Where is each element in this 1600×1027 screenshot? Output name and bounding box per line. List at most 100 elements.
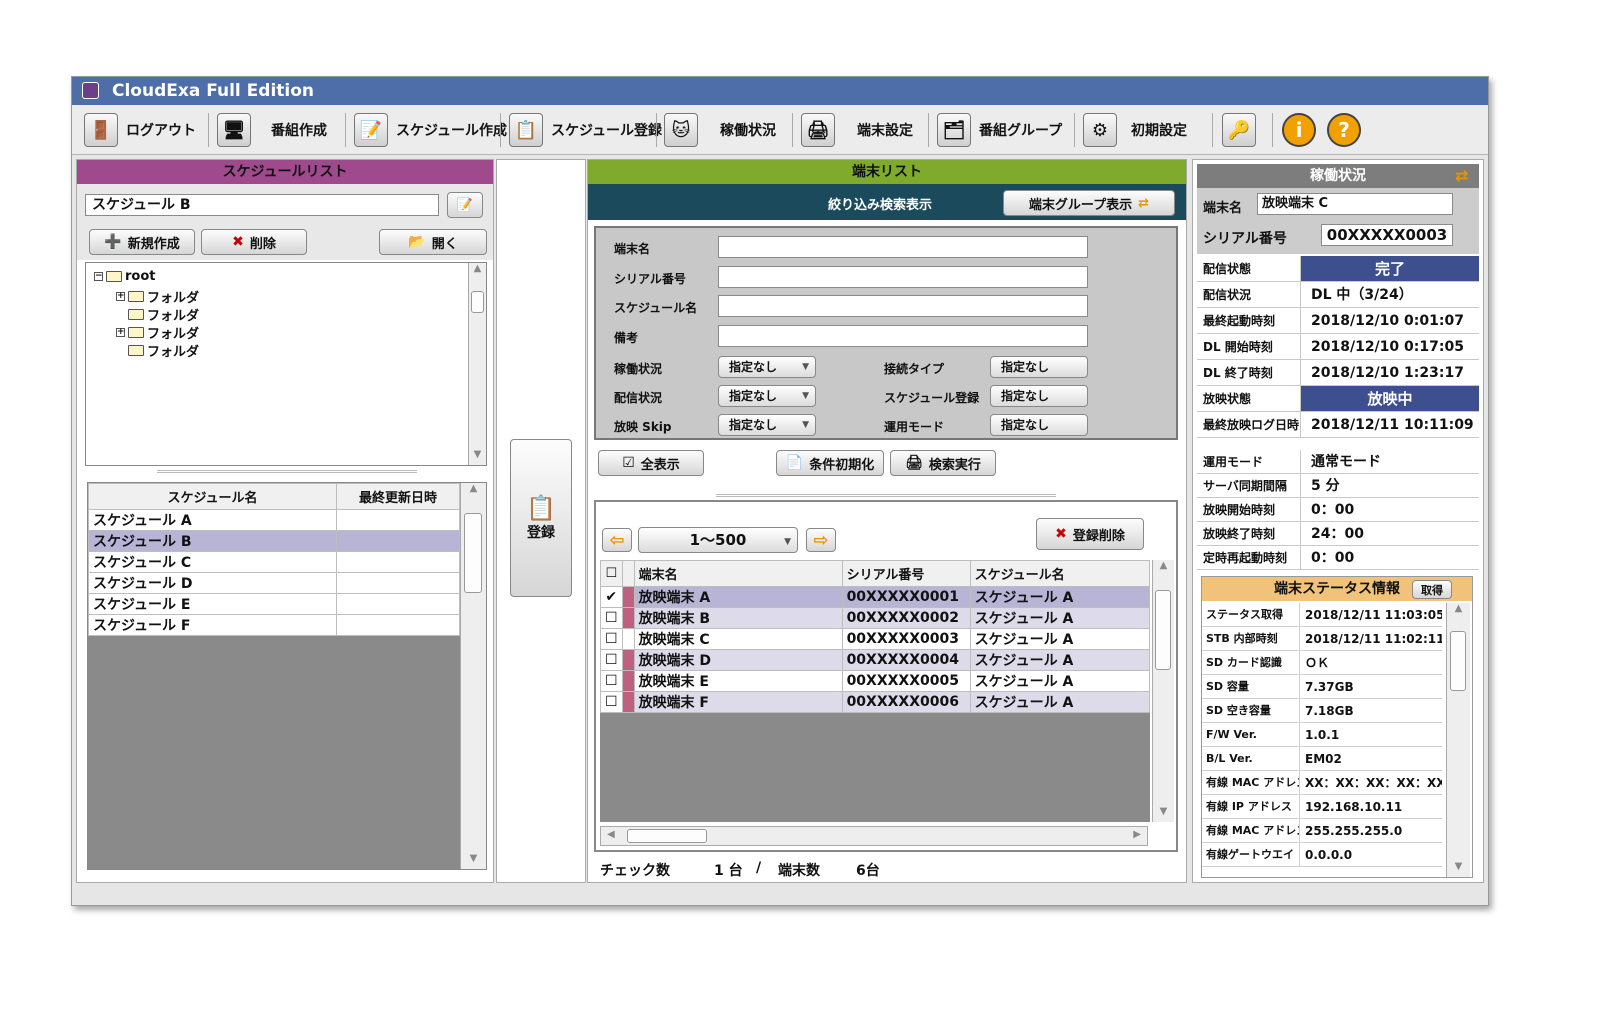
schedule-register-button[interactable]: 📋 スケジュール登録 — [509, 112, 662, 148]
help-button[interactable]: ? — [1327, 112, 1361, 148]
conn-type-select[interactable]: 指定なし — [990, 356, 1088, 378]
col-serial[interactable]: シリアル番号 — [841, 560, 971, 587]
operation-status-icon: 🐱 — [664, 113, 698, 147]
tree-folder[interactable]: フォルダ — [128, 305, 199, 324]
terminal-table-vscroll[interactable]: ▲ ▼ — [1152, 560, 1174, 822]
status-row: 放映状態 放映中 — [1197, 386, 1479, 412]
tree-scrollbar[interactable]: ▲ ▼ — [468, 263, 486, 465]
op-mode-select[interactable]: 指定なし — [990, 414, 1088, 436]
row-checkbox[interactable]: ☐ — [600, 691, 623, 713]
status-row: 運用モード 通常モード — [1197, 450, 1479, 474]
row-checkbox[interactable]: ☐ — [600, 670, 623, 692]
status-row: 放映開始時刻 0：00 — [1197, 498, 1479, 522]
info-row: B/L Ver. EM02 — [1202, 747, 1442, 771]
reset-conditions-button[interactable]: 📄 条件初期化 — [776, 450, 884, 476]
tree-folder[interactable]: + フォルダ — [116, 287, 199, 306]
program-group-button[interactable]: 🗂 番組グループ — [937, 112, 1062, 148]
table-row[interactable]: スケジュール C — [88, 551, 460, 573]
status-row: 最終放映ログ日時 2018/12/11 10:11:09 — [1197, 412, 1479, 438]
terminal-table-frame: ⇦ 1〜500 ▼ ⇨ ✖ 登録削除 ☐ 端末名 シリアル番号 スケジュール名 ✔ 放… — [594, 500, 1178, 852]
swap-icon[interactable]: ⇄ — [1455, 166, 1468, 185]
table-row[interactable]: ✔ 放映端末 A 00XXXXX0001 スケジュール A — [600, 586, 1151, 608]
info-scrollbar[interactable]: ▲ ▼ — [1446, 603, 1470, 877]
select-all-checkbox[interactable]: ☐ — [605, 566, 617, 581]
schedule-register-label: スケジュール登録 — [551, 123, 663, 139]
status-value: 2018/12/10 0:01:07 — [1311, 313, 1464, 329]
app-window: CloudExa Full Edition 🚪 ログアウト 🖥 番組作成 📝 スケジュ… — [71, 76, 1489, 906]
row-checkbox[interactable]: ✔ — [600, 586, 623, 608]
row-checkbox[interactable]: ☐ — [600, 607, 623, 629]
new-schedule-button[interactable]: ➕ 新規作成 — [89, 229, 195, 255]
program-create-button[interactable]: 🖥 番組作成 — [217, 112, 327, 148]
terminal-status-info: 端末ステータス情報 取得 ステータス取得 2018/12/11 11:03:05 S… — [1201, 576, 1473, 878]
logout-button[interactable]: 🚪 ログアウト — [84, 112, 196, 148]
table-row[interactable]: スケジュール A — [88, 509, 460, 531]
operation-status-button[interactable]: 🐱 稼働状況 — [664, 112, 776, 148]
table-row[interactable]: スケジュール B — [88, 530, 460, 552]
table-row[interactable]: ☐ 放映端末 E 00XXXXX0005 スケジュール A — [600, 670, 1151, 692]
col-schedule-name[interactable]: スケジュール名 — [88, 483, 337, 510]
table-row[interactable]: ☐ 放映端末 D 00XXXXX0004 スケジュール A — [600, 649, 1151, 671]
schedule-list-header: スケジュールリスト — [77, 160, 493, 184]
info-row: 有線ゲートウエイ 0.0.0.0 — [1202, 843, 1442, 867]
tree-folder[interactable]: フォルダ — [128, 341, 199, 360]
status-value: 放映中 — [1301, 386, 1479, 411]
splitter[interactable] — [157, 470, 417, 473]
prev-page-button[interactable]: ⇦ — [602, 528, 632, 552]
page-range-select[interactable]: 1〜500 ▼ — [638, 527, 798, 553]
terminal-table-hscroll[interactable]: ◀ ▶ — [600, 826, 1148, 846]
col-schedule[interactable]: スケジュール名 — [969, 560, 1151, 587]
terminal-group-button[interactable]: 端末グループ表示 ⇄ — [1003, 190, 1175, 216]
table-row[interactable]: ☐ 放映端末 C 00XXXXX0003 スケジュール A — [600, 628, 1151, 650]
table-row[interactable]: スケジュール F — [88, 614, 460, 636]
schedule-table-scrollbar[interactable]: ▲ ▼ — [460, 483, 486, 869]
key-button[interactable]: 🔑 — [1222, 112, 1264, 148]
info-value: 192.168.10.11 — [1305, 800, 1403, 814]
info-row: F/W Ver. 1.0.1 — [1202, 723, 1442, 747]
table-row[interactable]: ☐ 放映端末 B 00XXXXX0002 スケジュール A — [600, 607, 1151, 629]
splitter[interactable] — [716, 494, 1056, 497]
tree-folder[interactable]: + フォルダ — [116, 323, 199, 342]
row-checkbox[interactable]: ☐ — [600, 628, 623, 650]
unregister-icon: ✖ — [1055, 526, 1067, 542]
info-row: STB 内部時刻 2018/12/11 11:02:11 — [1202, 627, 1442, 651]
info-key: 有線 MAC アドレス — [1202, 819, 1300, 842]
row-checkbox[interactable]: ☐ — [600, 649, 623, 671]
logout-icon: 🚪 — [84, 113, 118, 147]
delete-schedule-button[interactable]: ✖ 削除 — [201, 229, 307, 255]
initial-settings-button[interactable]: ⚙ 初期設定 — [1083, 112, 1187, 148]
delivery-status-select[interactable]: 指定なし ▼ — [718, 385, 816, 407]
table-row[interactable]: スケジュール E — [88, 593, 460, 615]
col-terminal-name[interactable]: 端末名 — [633, 560, 843, 587]
op-status-select[interactable]: 指定なし ▼ — [718, 356, 816, 378]
show-all-button[interactable]: ☑ 全表示 — [598, 450, 704, 476]
status-row: 配信状態 完了 — [1197, 256, 1479, 282]
info-key: B/L Ver. — [1202, 747, 1300, 770]
fetch-button[interactable]: 取得 — [1412, 580, 1452, 599]
arrow-left-icon: ⇦ — [609, 529, 625, 551]
play-skip-select[interactable]: 指定なし ▼ — [718, 414, 816, 436]
table-row[interactable]: ☐ 放映端末 F 00XXXXX0006 スケジュール A — [600, 691, 1151, 713]
terminal-settings-button[interactable]: 🖨 端末設定 — [801, 112, 913, 148]
info-button[interactable]: i — [1282, 112, 1316, 148]
gear-icon: ⚙ — [1083, 113, 1117, 147]
note-input[interactable] — [718, 325, 1088, 347]
key-icon: 🔑 — [1222, 113, 1256, 147]
tree-root[interactable]: − root — [94, 269, 156, 284]
next-page-button[interactable]: ⇨ — [806, 528, 836, 552]
unregister-button[interactable]: ✖ 登録削除 — [1036, 518, 1144, 550]
info-row: SD 容量 7.37GB — [1202, 675, 1442, 699]
schedule-create-button[interactable]: 📝 スケジュール作成 — [354, 112, 507, 148]
serial-input[interactable] — [718, 266, 1088, 288]
folder-icon — [128, 345, 144, 356]
search-button[interactable]: 🖨 検索実行 — [890, 450, 996, 476]
schedule-edit-button[interactable]: 📝 — [447, 192, 483, 218]
schedule-input[interactable] — [718, 295, 1088, 317]
schedule-register-select[interactable]: 指定なし — [990, 385, 1088, 407]
register-button[interactable]: 📋 登録 — [510, 439, 572, 597]
schedule-name-field[interactable]: スケジュール B — [85, 194, 439, 216]
open-schedule-button[interactable]: 📂 開く — [379, 229, 487, 255]
table-row[interactable]: スケジュール D — [88, 572, 460, 594]
col-last-updated[interactable]: 最終更新日時 — [336, 483, 460, 510]
terminal-name-input[interactable] — [718, 236, 1088, 258]
